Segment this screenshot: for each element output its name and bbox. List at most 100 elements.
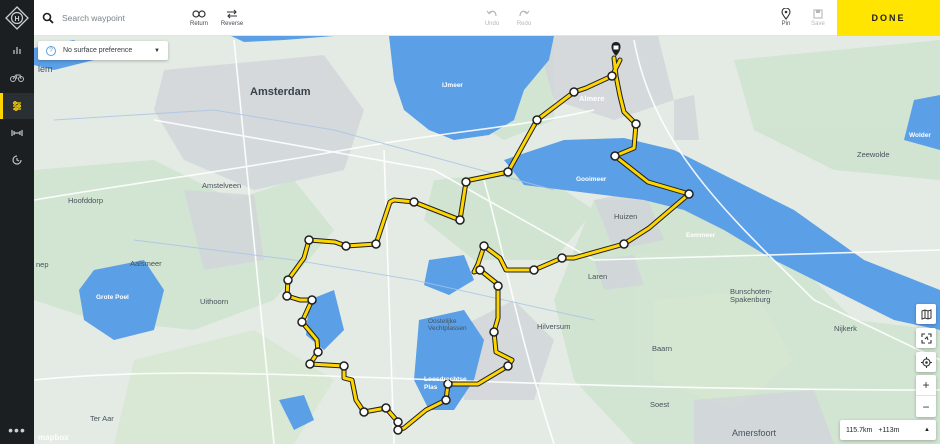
history-icon[interactable] xyxy=(0,147,34,173)
redo-button[interactable]: Redo xyxy=(504,8,544,27)
map-label-hilversum: Hilversum xyxy=(537,322,571,331)
waypoint-marker[interactable] xyxy=(409,197,419,207)
reverse-arrows-icon xyxy=(227,9,237,19)
waypoint-marker[interactable] xyxy=(313,347,323,357)
save-button[interactable]: Save xyxy=(798,8,838,27)
map-label-huizen: Huizen xyxy=(614,212,638,221)
map-svg xyxy=(34,0,940,444)
pin-icon xyxy=(781,8,791,20)
save-label: Save xyxy=(811,21,825,27)
map-label-aalsmeer: Aalsmeer xyxy=(130,259,162,268)
map-label-ter-aar: Ter Aar xyxy=(90,414,114,423)
map-label-gooimeer: Gooimeer xyxy=(576,176,607,183)
app-logo-icon[interactable]: H xyxy=(5,6,29,30)
waypoint-marker[interactable] xyxy=(569,87,579,97)
map-label-wolderwijd: Wolder xyxy=(909,132,931,139)
undo-icon xyxy=(486,10,497,17)
search-input[interactable] xyxy=(62,13,172,23)
left-sidebar: H ••• xyxy=(0,0,34,444)
waypoint-marker[interactable] xyxy=(283,275,293,285)
waypoint-marker[interactable] xyxy=(475,265,485,275)
waypoint-marker[interactable] xyxy=(610,151,620,161)
waypoint-marker[interactable] xyxy=(503,361,513,371)
waypoint-marker[interactable] xyxy=(532,115,542,125)
map-icon xyxy=(921,308,931,320)
waypoint-marker[interactable] xyxy=(503,167,513,177)
redo-icon xyxy=(519,10,530,17)
loop-icon xyxy=(192,10,206,18)
waypoint-marker[interactable] xyxy=(529,265,539,275)
waypoint-marker[interactable] xyxy=(297,317,307,327)
map-canvas[interactable]: Amsterdam Almere IJmeer Gooimeer Eemmeer… xyxy=(34,0,940,444)
zoom-out-button[interactable]: − xyxy=(916,396,936,417)
map-label-baarn: Baarn xyxy=(652,344,673,353)
zoom-in-button[interactable]: + xyxy=(916,375,936,396)
expand-up-icon[interactable]: ▲ xyxy=(924,427,930,433)
map-label-loosdrecht: Loosdrechtse Plas xyxy=(424,376,467,391)
waypoint-marker[interactable] xyxy=(282,291,292,301)
waypoint-marker[interactable] xyxy=(557,253,567,263)
waypoint-marker[interactable] xyxy=(339,361,349,371)
waypoint-marker[interactable] xyxy=(393,417,403,427)
route-planner-app: Amsterdam Almere IJmeer Gooimeer Eemmeer… xyxy=(0,0,940,444)
zoom-controls: + − xyxy=(916,375,936,417)
map-layers-button[interactable] xyxy=(916,304,936,324)
map-label-nijkerk: Nijkerk xyxy=(834,324,857,333)
route-planner-icon[interactable] xyxy=(0,93,34,119)
waypoint-marker[interactable] xyxy=(371,239,381,249)
waypoint-marker[interactable] xyxy=(489,327,499,337)
more-menu-icon[interactable]: ••• xyxy=(0,422,34,438)
map-label-eemmeer: Eemmeer xyxy=(686,232,716,239)
waypoint-marker[interactable] xyxy=(461,177,471,187)
top-toolbar: Return Reverse Undo Redo Pin Save DONE xyxy=(34,0,940,36)
map-label-lem: lem xyxy=(38,64,53,74)
waypoint-marker[interactable] xyxy=(684,189,694,199)
reverse-button[interactable]: Reverse xyxy=(212,8,252,27)
stats-icon[interactable] xyxy=(0,37,34,63)
help-icon[interactable]: ? xyxy=(46,45,56,56)
map-label-uithoorn: Uithoorn xyxy=(200,297,229,306)
search-box xyxy=(42,9,182,27)
map-label-laren: Laren xyxy=(588,272,608,281)
map-label-hoofddorp: Hoofddorp xyxy=(68,196,104,205)
locate-me-button[interactable] xyxy=(916,352,936,372)
waypoint-marker[interactable] xyxy=(619,239,629,249)
route-distance: 115.7km xyxy=(846,426,873,434)
waypoint-marker[interactable] xyxy=(493,281,503,291)
route-elevation: +113m xyxy=(878,426,900,434)
waypoint-marker[interactable] xyxy=(381,403,391,413)
map-label-soest: Soest xyxy=(650,400,670,409)
waypoint-marker[interactable] xyxy=(631,119,641,129)
waypoint-marker[interactable] xyxy=(307,295,317,305)
map-label-almere: Almere xyxy=(579,94,605,103)
bike-icon[interactable] xyxy=(0,64,34,90)
waypoint-marker[interactable] xyxy=(359,407,369,417)
caret-down-icon: ▼ xyxy=(154,47,160,54)
waypoint-marker[interactable] xyxy=(304,235,314,245)
map-label-amstelveen: Amstelveen xyxy=(202,181,242,190)
map-label-amersfoort: Amersfoort xyxy=(732,428,777,438)
mapbox-attribution[interactable]: mapbox xyxy=(38,433,69,442)
map-label-ijmeer: IJmeer xyxy=(442,82,463,89)
workout-icon[interactable] xyxy=(0,120,34,146)
waypoint-marker[interactable] xyxy=(341,241,351,251)
fit-bounds-icon xyxy=(920,332,932,344)
waypoint-marker[interactable] xyxy=(393,425,403,435)
waypoint-marker[interactable] xyxy=(305,359,315,369)
waypoint-marker[interactable] xyxy=(441,395,451,405)
waypoint-marker[interactable] xyxy=(479,241,489,251)
map-label-grote-poel: Grote Poel xyxy=(96,294,129,301)
route-stats-bar[interactable]: 115.7km +113m ▲ xyxy=(840,420,936,440)
map-label-nep: nep xyxy=(36,260,49,269)
surface-preference-value: No surface preference xyxy=(63,47,133,54)
waypoint-marker[interactable] xyxy=(455,215,465,225)
fit-route-button[interactable] xyxy=(916,328,936,348)
reverse-label: Reverse xyxy=(220,21,244,27)
save-icon xyxy=(813,9,823,19)
map-label-bunschoten: Bunschoten- Spakenburg xyxy=(730,287,773,304)
waypoint-marker[interactable] xyxy=(607,71,617,81)
search-icon xyxy=(42,12,54,24)
svg-text:H: H xyxy=(14,16,19,23)
done-button[interactable]: DONE xyxy=(837,0,940,36)
surface-preference-select[interactable]: ? No surface preference ▼ xyxy=(38,41,168,60)
